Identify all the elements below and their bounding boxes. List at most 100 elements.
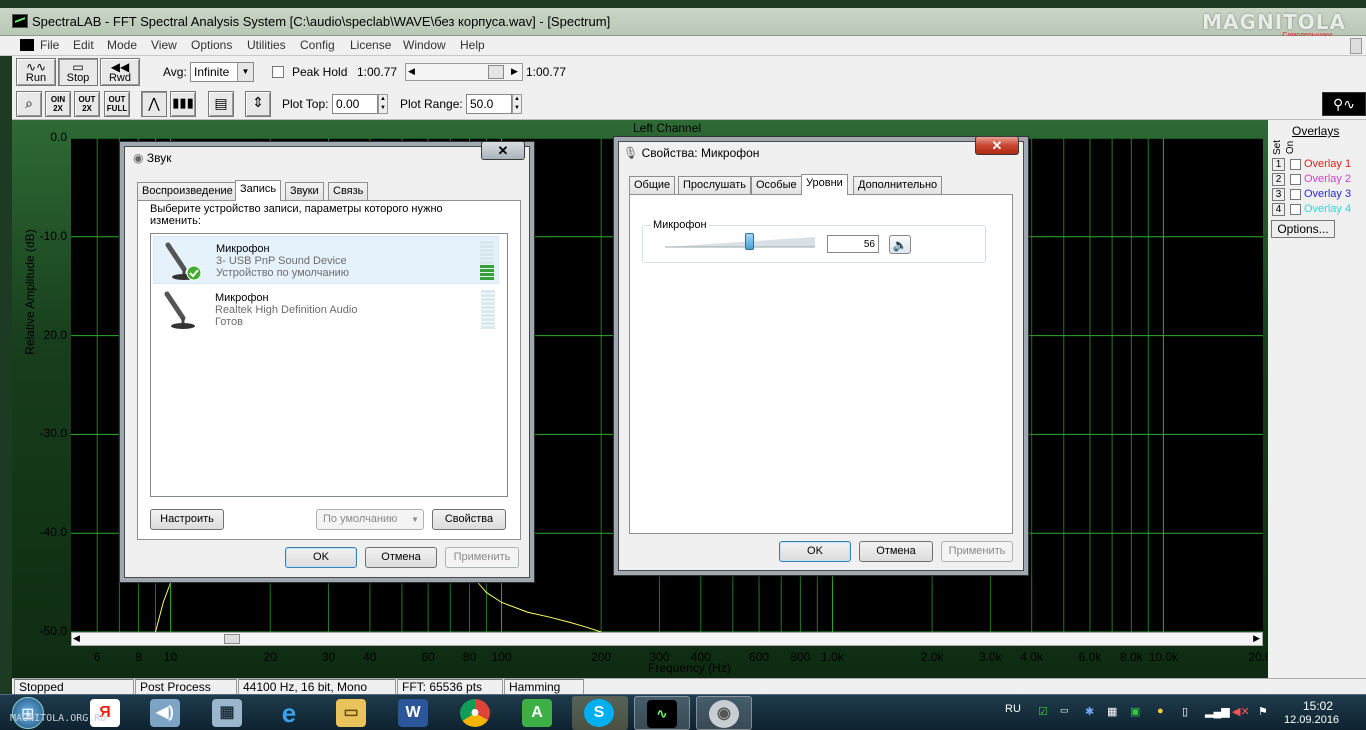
menu-help[interactable]: Help [460, 38, 485, 52]
tab-listen[interactable]: Прослушать [678, 176, 752, 194]
tab-levels[interactable]: Уровни [801, 174, 848, 195]
monitor-tray-icon[interactable]: ▣ [1130, 705, 1140, 718]
menu-config[interactable]: Config [300, 38, 335, 52]
notification-tray-icon[interactable]: ● [1157, 705, 1164, 717]
overlay-set-button[interactable]: 3 [1272, 188, 1285, 201]
line-plot-button[interactable]: ⋀ [141, 91, 167, 117]
apply-button[interactable]: Применить [941, 541, 1013, 562]
tab-general[interactable]: Общие [629, 176, 676, 194]
menu-edit[interactable]: Edit [73, 38, 94, 52]
overlay-options-button[interactable]: Options... [1271, 220, 1335, 238]
calculator-icon: ▦ [212, 699, 242, 727]
flag-tray-icon[interactable]: ⚑ [1258, 705, 1268, 718]
menu-file[interactable]: File [40, 38, 59, 52]
battery-tray-icon[interactable]: ▯ [1182, 705, 1188, 718]
menu-utilities[interactable]: Utilities [247, 38, 286, 52]
overlay-on-checkbox[interactable] [1290, 174, 1301, 185]
taskbar-calculator[interactable]: ▦ [200, 696, 256, 730]
menu-view[interactable]: View [151, 38, 177, 52]
zoom-out-full-button[interactable]: OUT FULL [104, 91, 130, 117]
mute-toggle-button[interactable]: 🔈 [889, 235, 911, 254]
mic-level-input[interactable] [827, 235, 879, 253]
tab-playback[interactable]: Воспроизведение [137, 182, 238, 200]
time-scroll-thumb[interactable] [488, 65, 504, 79]
plot-settings-button[interactable]: ▤ [208, 91, 234, 117]
time-scrollbar[interactable]: ◀ ▶ [405, 63, 523, 81]
zoom-tool-button[interactable]: ⌕ [16, 91, 42, 117]
tab-communications[interactable]: Связь [328, 182, 369, 200]
overlay-on-checkbox[interactable] [1290, 204, 1301, 215]
taskbar-explorer[interactable]: ▭ [324, 696, 380, 730]
avg-select[interactable]: Infinite ▼ [190, 62, 254, 82]
overlays-title[interactable]: Overlays [1292, 124, 1339, 138]
taskbar-sound-dialog[interactable]: ◉ [696, 696, 752, 730]
mute-tray-icon[interactable]: ◀✕ [1232, 705, 1250, 718]
overlay-set-button[interactable]: 4 [1272, 203, 1285, 216]
taskbar-volume[interactable]: ◀) [138, 696, 194, 730]
menu-window[interactable]: Window [403, 38, 446, 52]
ok-button[interactable]: OK [285, 547, 357, 568]
tab-recording[interactable]: Запись [235, 180, 282, 201]
close-icon[interactable]: ✕ [481, 141, 525, 160]
properties-button[interactable]: Свойства [432, 509, 506, 530]
plot-range-input[interactable] [466, 94, 512, 114]
network-tray-icon[interactable]: ▦ [1107, 705, 1117, 718]
list-item[interactable]: Микрофон 3- USB PnP Sound Device Устройс… [153, 236, 499, 284]
peak-hold-checkbox[interactable] [272, 66, 284, 78]
arrow-right-icon[interactable]: ▶ [1253, 633, 1260, 644]
plot-top-input[interactable] [332, 94, 378, 114]
mdi-close-button[interactable] [1350, 38, 1362, 54]
taskbar-app-a[interactable]: A [510, 696, 566, 730]
check-tray-icon[interactable]: ☑ [1038, 705, 1048, 718]
mdi-system-icon[interactable] [20, 39, 34, 51]
arrow-right-icon[interactable]: ▶ [511, 66, 518, 77]
stop-button[interactable]: ▭ Stop [58, 58, 98, 86]
taskbar-spectralab[interactable]: ∿ [634, 696, 690, 730]
menu-mode[interactable]: Mode [107, 38, 137, 52]
chart-horizontal-scrollbar[interactable]: ◀ ▶ [71, 632, 1263, 646]
clock-date[interactable]: 12.09.2016 [1284, 714, 1339, 726]
taskbar-chrome[interactable]: ● [448, 696, 504, 730]
mic-level-slider[interactable] [665, 233, 815, 250]
chart-scroll-thumb[interactable] [224, 634, 240, 644]
percent-tray-icon[interactable]: ▭ [1060, 705, 1069, 716]
rewind-button[interactable]: ◀◀ Rwd [100, 58, 140, 86]
apply-button[interactable]: Применить [445, 547, 519, 568]
arrow-left-icon[interactable]: ◀ [73, 633, 80, 644]
zoom-in-2x-button[interactable]: OIN 2X [45, 91, 71, 117]
menu-options[interactable]: Options [191, 38, 232, 52]
menu-license[interactable]: License [350, 38, 391, 52]
signal-generator-icon[interactable]: ⚲∿ [1322, 92, 1366, 116]
overlay-on-checkbox[interactable] [1290, 159, 1301, 170]
cancel-button[interactable]: Отмена [365, 547, 437, 568]
taskbar-skype[interactable]: S [572, 696, 628, 730]
slider-thumb[interactable] [745, 233, 754, 250]
configure-button[interactable]: Настроить [150, 509, 224, 530]
bluetooth-tray-icon[interactable]: ✱ [1085, 705, 1094, 718]
overlay-set-button[interactable]: 1 [1272, 158, 1285, 171]
list-item[interactable]: Микрофон Realtek High Definition Audio Г… [153, 286, 499, 334]
tab-sounds[interactable]: Звуки [285, 182, 324, 200]
scale-button[interactable]: ⇕ [245, 91, 271, 117]
overlay-set-button[interactable]: 2 [1272, 173, 1285, 186]
recording-device-list[interactable]: Микрофон 3- USB PnP Sound Device Устройс… [150, 233, 508, 497]
close-icon[interactable]: ✕ [975, 136, 1019, 155]
signal-tray-icon[interactable]: ▂▄▆ [1205, 705, 1230, 718]
arrow-left-icon[interactable]: ◀ [408, 66, 415, 77]
tab-custom[interactable]: Особые [751, 176, 802, 194]
zoom-out-2x-button[interactable]: OUT 2X [74, 91, 100, 117]
x-tick-label: 4.0k [1020, 650, 1044, 664]
language-indicator[interactable]: RU [1005, 703, 1021, 715]
bar-plot-button[interactable]: ▮▮▮ [170, 91, 196, 117]
ok-button[interactable]: OK [779, 541, 851, 562]
cancel-button[interactable]: Отмена [859, 541, 933, 562]
plot-top-spinner[interactable]: ▲ ▼ [378, 94, 388, 114]
taskbar-ie[interactable]: e [262, 696, 318, 730]
plot-range-spinner[interactable]: ▲ ▼ [512, 94, 522, 114]
set-default-button[interactable]: По умолчанию ▼ [316, 509, 424, 530]
run-button[interactable]: ∿∿ Run [16, 58, 56, 86]
taskbar-word[interactable]: W [386, 696, 442, 730]
overlay-on-checkbox[interactable] [1290, 189, 1301, 200]
tab-advanced[interactable]: Дополнительно [853, 176, 943, 194]
clock-time[interactable]: 15:02 [1298, 699, 1338, 713]
